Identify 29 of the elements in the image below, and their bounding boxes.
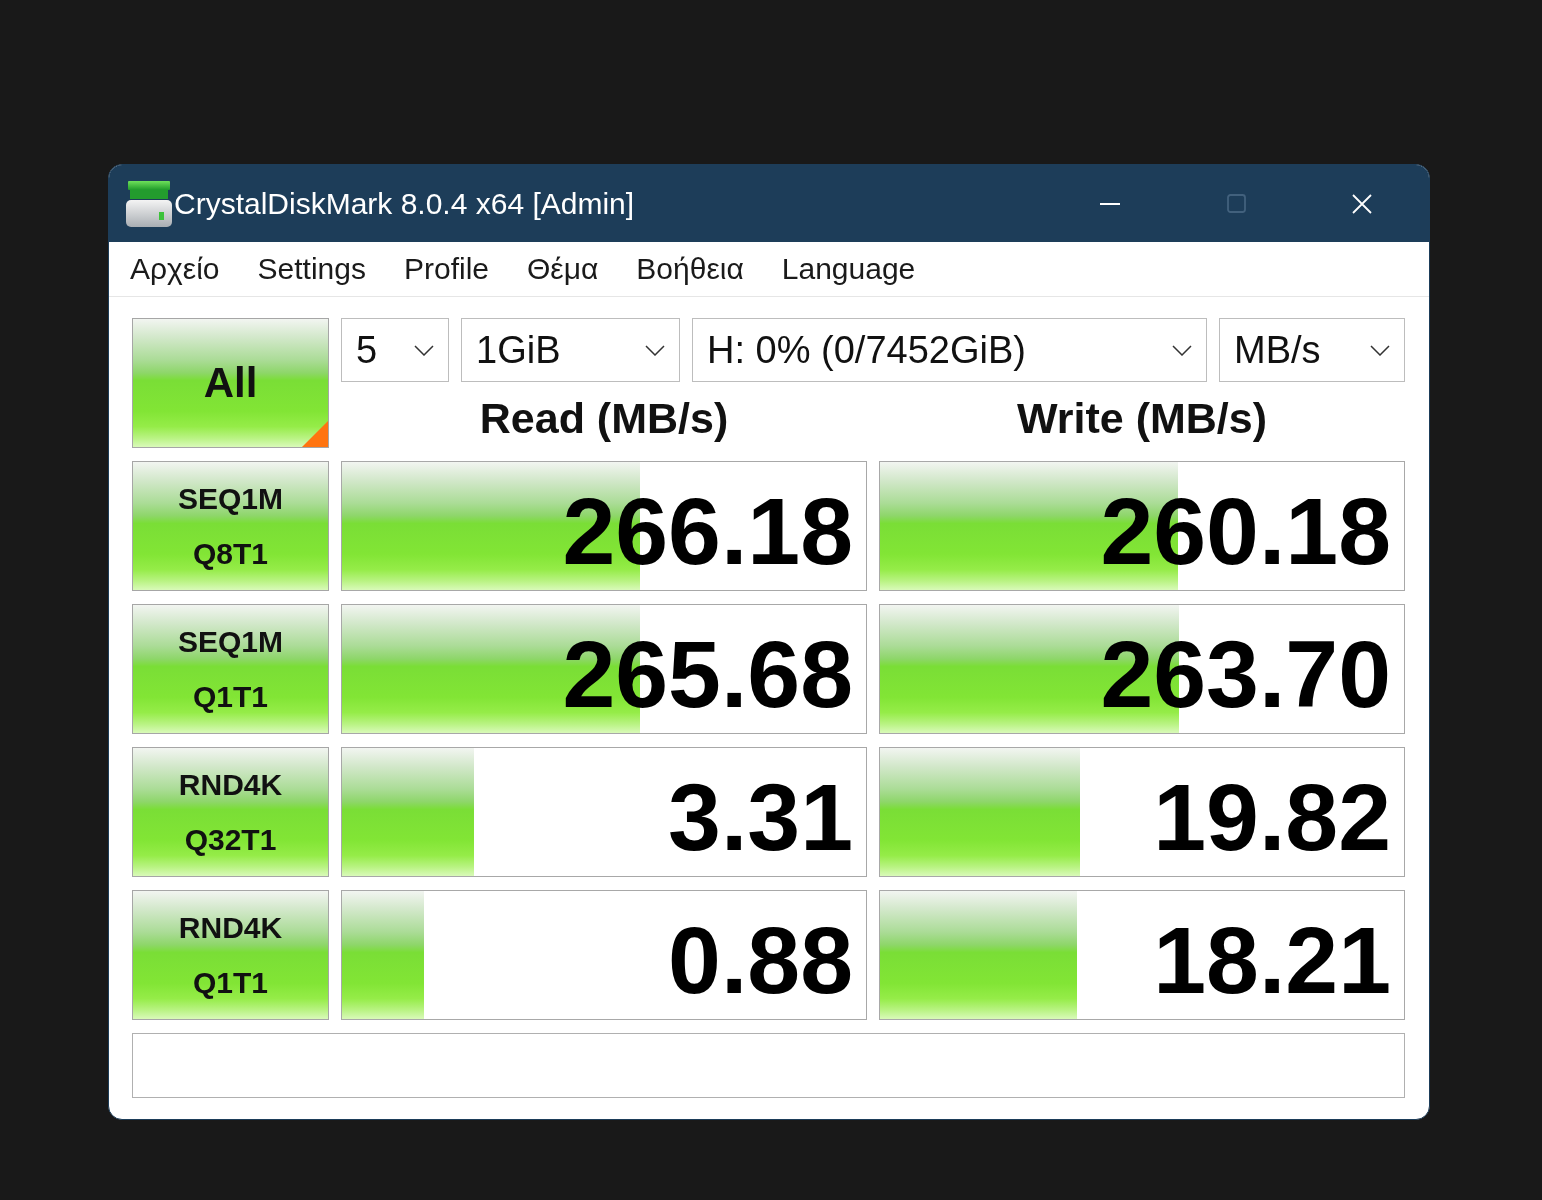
menu-item[interactable]: Θέμα bbox=[508, 252, 618, 286]
dropdown[interactable]: MB/s bbox=[1219, 318, 1405, 382]
result-value: 0.88 bbox=[668, 905, 853, 1008]
menu-item[interactable]: Profile bbox=[384, 252, 508, 286]
menu-item[interactable]: Language bbox=[762, 252, 935, 286]
result-value: 19.82 bbox=[1153, 762, 1391, 865]
column-header: Read (MB/s) bbox=[479, 394, 729, 442]
dropdown[interactable]: H: 0% (0/7452GiB) bbox=[692, 318, 1207, 382]
menu-item[interactable]: Settings bbox=[238, 252, 385, 286]
dropdown[interactable]: 1GiB bbox=[461, 318, 680, 382]
chevron-down-icon bbox=[1370, 344, 1390, 356]
test-button[interactable]: RND4K Q1T1 bbox=[132, 890, 329, 1020]
window-title: CrystalDiskMark 8.0.4 x64 [Admin] bbox=[174, 186, 635, 221]
menu-item[interactable]: Βοήθεια bbox=[617, 252, 763, 286]
chevron-down-icon bbox=[1172, 344, 1192, 356]
dropdown[interactable]: 5 bbox=[341, 318, 449, 382]
test-button[interactable]: RND4K Q32T1 bbox=[132, 747, 329, 877]
drive-icon bbox=[126, 180, 172, 227]
result-value: 3.31 bbox=[668, 762, 853, 865]
column-header: Write (MB/s) bbox=[1016, 394, 1267, 442]
chevron-down-icon bbox=[414, 344, 434, 356]
result-value: 18.21 bbox=[1153, 905, 1391, 1008]
test-button[interactable]: SEQ1M Q1T1 bbox=[132, 604, 329, 734]
chevron-down-icon bbox=[645, 344, 665, 356]
menu-item[interactable]: Αρχείο bbox=[111, 252, 239, 286]
all-button[interactable]: All bbox=[132, 318, 329, 448]
test-button[interactable]: SEQ1M Q8T1 bbox=[132, 461, 329, 591]
triangle-icon bbox=[302, 421, 328, 447]
text-field[interactable] bbox=[132, 1033, 1405, 1098]
